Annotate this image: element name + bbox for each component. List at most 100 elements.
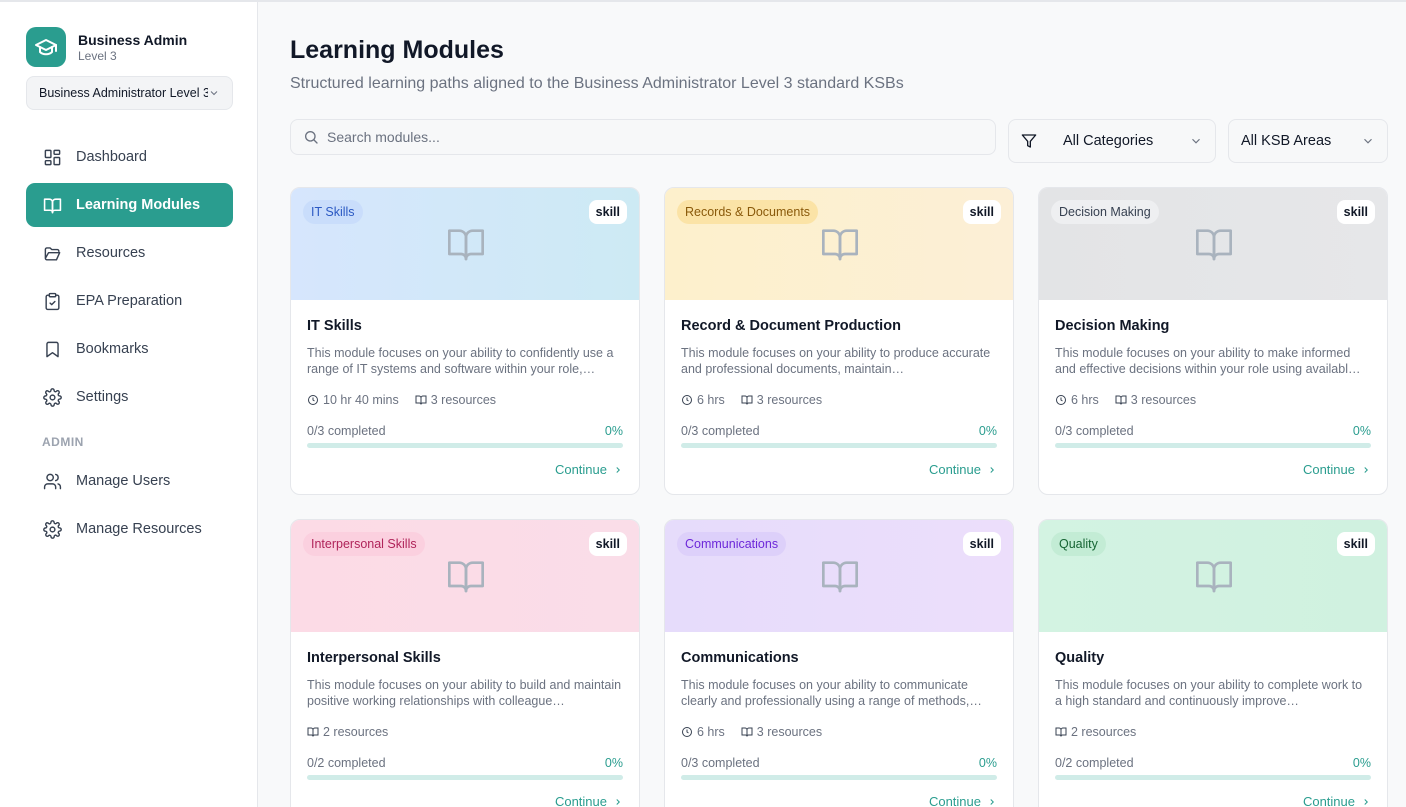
sidebar-item-label: Settings — [76, 389, 129, 405]
sidebar-nav: Dashboard Learning Modules Resources EPA… — [26, 135, 233, 555]
chevron-right-icon — [616, 466, 620, 473]
category-badge: IT Skills — [303, 200, 363, 224]
dashboard-icon — [42, 147, 62, 167]
module-banner: IT Skills skill — [291, 188, 639, 300]
progress-percent: 0% — [604, 424, 623, 438]
type-badge: skill — [588, 532, 627, 556]
page-title: Learning Modules — [290, 36, 504, 64]
book-open-icon — [1115, 395, 1127, 405]
module-title: Communications — [681, 650, 799, 666]
sidebar-item-learning-modules[interactable]: Learning Modules — [26, 183, 233, 227]
resource-count-label: 3 resources — [756, 725, 823, 739]
chevron-down-icon — [1192, 138, 1200, 144]
completed-count: 0/3 completed — [1055, 424, 1134, 438]
sidebar-item-epa-preparation[interactable]: EPA Preparation — [26, 279, 233, 323]
progress-percent: 0% — [1352, 424, 1371, 438]
resource-count: 2 resources — [1055, 725, 1136, 739]
sidebar-item-manage-resources[interactable]: Manage Resources — [26, 507, 233, 551]
continue-label: Continue — [928, 462, 981, 477]
category-badge: Interpersonal Skills — [303, 532, 425, 556]
brand[interactable]: Business Admin Level 3 — [26, 27, 187, 67]
sidebar-item-resources[interactable]: Resources — [26, 231, 233, 275]
resource-count-label: 2 resources — [323, 725, 389, 739]
clock-icon — [682, 395, 692, 405]
book-open-icon — [741, 395, 753, 405]
duration: 6 hrs — [681, 725, 725, 739]
module-card[interactable]: Interpersonal Skills skill Interpersonal… — [290, 519, 640, 807]
continue-button[interactable]: Continue — [681, 462, 997, 477]
module-description: This module focuses on your ability to c… — [307, 346, 614, 376]
sidebar-item-manage-users[interactable]: Manage Users — [26, 459, 233, 503]
level-select-value: Business Administrator Level 3 — [39, 86, 208, 100]
resource-count-label: 3 resources — [430, 393, 497, 407]
sidebar-item-label: Manage Users — [76, 473, 171, 489]
category-badge: Decision Making — [1051, 200, 1159, 224]
sidebar-item-label: Learning Modules — [76, 197, 201, 213]
progress-percent: 0% — [604, 756, 623, 770]
type-badge: skill — [588, 200, 627, 224]
completed-count: 0/2 completed — [1055, 756, 1134, 770]
chevron-down-icon — [1364, 138, 1372, 144]
ksb-filter-value: All KSB Areas — [1241, 133, 1332, 149]
progress-bar — [681, 443, 997, 448]
category-filter[interactable]: All Categories — [1008, 119, 1216, 163]
ksb-filter[interactable]: All KSB Areas — [1228, 119, 1388, 163]
continue-button[interactable]: Continue — [1055, 794, 1371, 807]
book-open-icon — [1196, 229, 1232, 261]
resource-count: 3 resources — [415, 393, 496, 407]
module-card[interactable]: Communications skill Communications This… — [664, 519, 1014, 807]
module-card[interactable]: IT Skills skill IT Skills This module fo… — [290, 187, 640, 495]
type-badge: skill — [962, 532, 1001, 556]
clock-icon — [1056, 395, 1066, 405]
book-open-icon — [741, 727, 753, 737]
admin-section-label: ADMIN — [42, 435, 84, 449]
book-open-icon — [1055, 727, 1067, 737]
filter-icon — [1021, 134, 1037, 148]
continue-button[interactable]: Continue — [307, 462, 623, 477]
sidebar-item-settings[interactable]: Settings — [26, 375, 233, 419]
duration: 6 hrs — [1055, 393, 1099, 407]
continue-label: Continue — [1302, 794, 1355, 807]
progress-percent: 0% — [1352, 756, 1371, 770]
sidebar-item-label: Manage Resources — [76, 521, 202, 537]
continue-button[interactable]: Continue — [681, 794, 997, 807]
sidebar-item-dashboard[interactable]: Dashboard — [26, 135, 233, 179]
continue-button[interactable]: Continue — [1055, 462, 1371, 477]
module-title: Interpersonal Skills — [307, 650, 441, 666]
level-select[interactable]: Business Administrator Level 3 — [26, 76, 233, 110]
module-banner: Interpersonal Skills skill — [291, 520, 639, 632]
gear-icon — [42, 519, 62, 539]
main-content: Learning Modules Structured learning pat… — [258, 2, 1406, 807]
resource-count-label: 3 resources — [756, 393, 823, 407]
module-card[interactable]: Quality skill Quality This module focuse… — [1038, 519, 1388, 807]
module-card[interactable]: Records & Documents skill Record & Docum… — [664, 187, 1014, 495]
search-icon — [305, 131, 318, 144]
module-banner: Quality skill — [1039, 520, 1387, 632]
folder-open-icon — [42, 243, 62, 263]
search-box — [290, 119, 996, 155]
module-title: Quality — [1055, 650, 1105, 666]
resource-count: 3 resources — [1115, 393, 1196, 407]
duration-label: 6 hrs — [697, 725, 725, 739]
book-open-icon — [448, 561, 484, 593]
continue-label: Continue — [554, 794, 607, 807]
continue-label: Continue — [1302, 462, 1355, 477]
module-description: This module focuses on your ability to b… — [307, 678, 622, 708]
chevron-down-icon — [210, 91, 218, 96]
progress-percent: 0% — [978, 756, 997, 770]
book-open-icon — [1196, 561, 1232, 593]
chevron-right-icon — [1364, 466, 1368, 473]
sidebar-item-label: Resources — [76, 245, 146, 261]
sidebar-item-label: EPA Preparation — [76, 293, 183, 309]
search-input[interactable] — [327, 129, 967, 145]
completed-count: 0/3 completed — [681, 424, 760, 438]
module-title: Decision Making — [1055, 318, 1170, 334]
progress-bar — [307, 443, 623, 448]
module-card[interactable]: Decision Making skill Decision Making Th… — [1038, 187, 1388, 495]
type-badge: skill — [1336, 200, 1375, 224]
bookmark-icon — [42, 339, 62, 359]
sidebar-item-label: Dashboard — [76, 149, 147, 165]
sidebar-item-bookmarks[interactable]: Bookmarks — [26, 327, 233, 371]
continue-button[interactable]: Continue — [307, 794, 623, 807]
chevron-right-icon — [616, 798, 620, 805]
